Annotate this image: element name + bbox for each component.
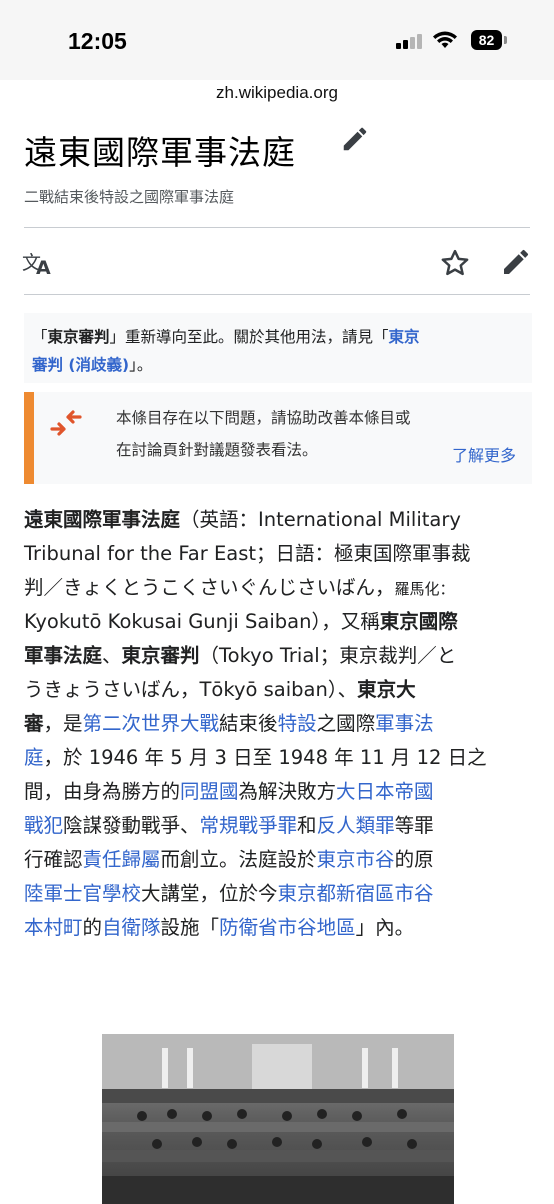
link-war-criminals[interactable]: 戰犯 [24,814,63,837]
hatnote-bold: 東京審判 [47,328,110,346]
hatnote-text: 「東京審判」重新導向至此。關於其他用法，請見「東京 審判 (消歧義)」。 [32,328,420,374]
link-shinjuku-ichigaya[interactable]: 東京都新宿區市谷 [278,882,434,905]
link-mod-ichigaya[interactable]: 防衛省市谷地區 [219,916,356,939]
edit-icon[interactable] [500,246,532,278]
issue-text-line2: 在討論頁針對議題發表看法。 [116,441,318,459]
url-bar[interactable]: zh.wikipedia.org [0,83,554,103]
link-allies[interactable]: 同盟國 [180,780,239,803]
page-subtitle: 二戰結束後特設之國際軍事法庭 [24,188,235,206]
issue-notice-box[interactable]: 本條目存在以下問題，請協助改善本條目或 在討論頁針對議題發表看法。 了解更多 [24,392,532,484]
link-special[interactable]: 特設 [278,712,317,735]
link-responsibility[interactable]: 責任歸屬 [83,848,161,871]
link-honmuracho[interactable]: 本村町 [24,916,83,939]
wifi-icon [433,31,457,48]
header-divider [24,227,530,228]
cellular-signal-icon [396,33,424,49]
page-title: 遠東國際軍事法庭 [24,133,296,172]
link-empire-of-japan[interactable]: 大日本帝國 [336,780,434,803]
link-jsdf[interactable]: 自衛隊 [102,916,161,939]
redirect-hatnote: 「東京審判」重新導向至此。關於其他用法，請見「東京 審判 (消歧義)」。 [24,313,532,383]
battery-tip [504,36,507,44]
language-icon[interactable]: 文A [22,248,54,279]
edit-pencil-icon[interactable] [340,124,370,154]
watch-star-icon[interactable] [440,248,470,278]
issue-text-line1: 本條目存在以下問題，請協助改善本條目或 [116,409,411,427]
battery-indicator: 82 [471,30,502,50]
link-war-crimes[interactable]: 常規戰爭罪 [200,814,298,837]
article-lead-paragraph: 遠東國際軍事法庭（英語：International Military Tribu… [24,508,487,939]
status-bar: 12:05 82 zh.wikipedia.org [0,0,554,102]
link-ww2[interactable]: 第二次世界大戰 [83,712,220,735]
link-military-academy[interactable]: 陸軍士官學校 [24,882,141,905]
hatnote-link-disambig[interactable]: 審判 (消歧義) [32,356,129,374]
hatnote-link[interactable]: 東京 [389,328,420,346]
link-military-court-end[interactable]: 庭 [24,746,44,769]
link-crimes-against-humanity[interactable]: 反人類罪 [317,814,395,837]
link-military-court[interactable]: 軍事法 [375,712,434,735]
learn-more-link[interactable]: 了解更多 [452,442,516,466]
merge-arrows-icon [50,410,82,436]
status-time: 12:05 [68,28,127,54]
toolbar-divider [24,294,530,295]
link-ichigaya[interactable]: 東京市谷 [317,848,395,871]
courtroom-photo[interactable] [102,1034,454,1204]
